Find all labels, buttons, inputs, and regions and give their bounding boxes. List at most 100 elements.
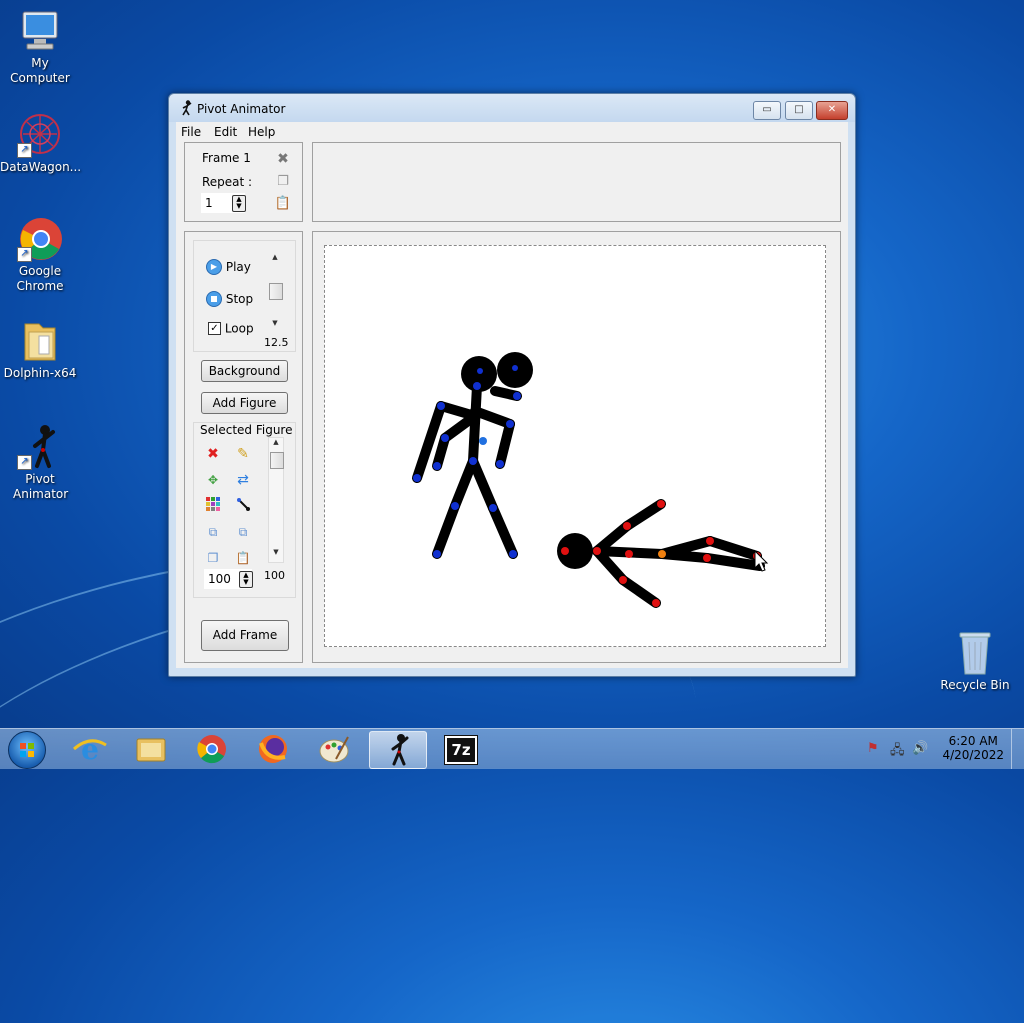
scale-value: 100 <box>208 572 231 586</box>
taskbar-pivot-button[interactable] <box>369 731 427 769</box>
paste-frame-icon[interactable]: 📋 <box>274 195 292 213</box>
chrome-icon: ↗ <box>17 216 63 262</box>
clock-time: 6:20 AM <box>948 734 998 748</box>
scale-spinner[interactable]: 100 ▲ ▼ <box>204 569 253 589</box>
figure-standing[interactable] <box>412 381 522 559</box>
menu-bar: File Edit Help <box>176 122 848 142</box>
play-label: Play <box>225 260 251 274</box>
pivot-app-icon <box>179 100 193 116</box>
shortcut-arrow-icon: ↗ <box>17 143 32 158</box>
desktop-icon-label: DataWagon... <box>0 160 82 174</box>
window-title: Pivot Animator <box>197 102 286 116</box>
clock[interactable]: 6:20 AM 4/20/2022 <box>942 734 1004 762</box>
taskbar-explorer-button[interactable] <box>123 731 179 767</box>
action-center-flag-icon[interactable]: ⚑ <box>867 741 879 756</box>
chrome-icon <box>197 735 226 764</box>
taskbar: e 7z ⚑ 🖧 🔊 6:20 AM 4/20/2022 <box>0 728 1024 769</box>
stage-panel <box>312 231 841 663</box>
frame-panel: Frame 1 Repeat : 1 ▲ ▼ ✖ ❐ 📋 <box>184 142 303 222</box>
copy-figure-icon[interactable]: ❐ <box>204 549 222 567</box>
repeat-spinner[interactable]: 1 ▲ ▼ <box>201 193 246 213</box>
stop-icon <box>206 291 222 307</box>
desktop-icon-label: My Computer <box>10 56 70 85</box>
selected-figure-box: Selected Figure ✖ ✎ ✥ ⇄ ⧉ ⧉ ❐ 📋 ▲ ▼ 100 … <box>193 422 296 598</box>
edit-figure-pencil-icon[interactable]: ✎ <box>234 445 252 463</box>
background-button[interactable]: Background <box>201 360 288 382</box>
maximize-button[interactable]: □ <box>785 101 813 120</box>
speed-slider-thumb[interactable] <box>269 283 283 300</box>
7zip-icon: 7z <box>444 735 478 765</box>
internet-explorer-icon: e <box>73 733 107 766</box>
stickman-figures <box>412 352 769 608</box>
taskbar-7zip-button[interactable]: 7z <box>432 731 488 767</box>
paste-figure-icon[interactable]: 📋 <box>234 549 252 567</box>
desktop-icon-datawagon[interactable]: ↗ DataWagon... <box>0 112 82 175</box>
spinner-arrows-icon[interactable]: ▲ ▼ <box>232 195 246 212</box>
flip-figure-icon[interactable]: ⇄ <box>234 471 252 489</box>
svg-text:e: e <box>81 733 99 766</box>
computer-icon <box>17 8 63 54</box>
taskbar-firefox-button[interactable] <box>245 731 301 767</box>
network-icon[interactable]: 🖧 <box>890 741 905 763</box>
repeat-label: Repeat : <box>202 175 253 189</box>
play-icon: ▶ <box>206 259 222 275</box>
speed-value: 12.5 <box>264 336 289 349</box>
delete-figure-icon[interactable]: ✖ <box>204 445 222 463</box>
desktop-icon-my-computer[interactable]: My Computer <box>0 8 80 86</box>
file-explorer-icon <box>136 738 166 762</box>
scroll-down-icon[interactable]: ▼ <box>268 319 282 327</box>
bring-front-icon[interactable]: ⧉ <box>234 523 252 541</box>
selected-figure-heading: Selected Figure <box>200 423 293 437</box>
stop-button[interactable]: Stop <box>206 291 253 307</box>
loop-label: Loop <box>224 321 254 336</box>
volume-icon[interactable]: 🔊 <box>912 741 928 756</box>
spinner-arrows-icon[interactable]: ▲ ▼ <box>239 571 253 588</box>
desktop-icon-google-chrome[interactable]: ↗ Google Chrome <box>0 216 80 294</box>
menu-file[interactable]: File <box>181 125 201 139</box>
figure-scroll-thumb[interactable] <box>270 452 284 469</box>
center-figure-icon[interactable]: ✥ <box>204 471 222 489</box>
start-orb[interactable] <box>8 731 46 769</box>
delete-frame-icon[interactable]: ✖ <box>274 150 292 168</box>
figure-scrollbar[interactable]: ▲ ▼ <box>268 437 284 563</box>
minimize-button[interactable]: ▭ <box>753 101 781 120</box>
desktop-icon-label: Google Chrome <box>16 264 64 293</box>
datawagon-icon: ↗ <box>17 112 63 158</box>
loop-checkbox[interactable]: ✓ Loop <box>208 321 254 336</box>
window-titlebar[interactable]: Pivot Animator ▭ □ ✕ <box>169 94 855 122</box>
add-frame-button[interactable]: Add Frame <box>201 620 289 651</box>
recycle-bin-icon <box>952 630 998 676</box>
scale-readout: 100 <box>264 569 285 582</box>
menu-edit[interactable]: Edit <box>214 125 237 139</box>
show-desktop-button[interactable] <box>1011 729 1024 769</box>
stop-label: Stop <box>225 292 254 306</box>
window-client-area: File Edit Help Frame 1 Repeat : 1 ▲ ▼ ✖ ❐… <box>176 122 848 668</box>
paint-icon <box>319 736 349 763</box>
segment-color-icon[interactable] <box>234 497 252 515</box>
checkbox-checked-icon: ✓ <box>208 322 221 335</box>
animation-canvas[interactable] <box>324 245 826 647</box>
figure-lying[interactable] <box>592 499 765 608</box>
add-figure-button[interactable]: Add Figure <box>201 392 288 414</box>
repeat-value: 1 <box>205 196 213 210</box>
speed-slider[interactable]: ▲ ▼ <box>268 253 283 331</box>
desktop-icon-label: Pivot Animator <box>13 472 69 501</box>
desktop-icon-pivot-animator[interactable]: ↗ Pivot Animator <box>0 424 80 502</box>
frame-label: Frame 1 <box>202 151 251 165</box>
color-palette-icon[interactable] <box>204 497 222 515</box>
copy-frame-icon[interactable]: ❐ <box>274 173 292 191</box>
desktop-icon-dolphin[interactable]: Dolphin-x64 <box>0 318 80 381</box>
close-button[interactable]: ✕ <box>816 101 848 120</box>
menu-help[interactable]: Help <box>248 125 275 139</box>
send-back-icon[interactable]: ⧉ <box>204 523 222 541</box>
taskbar-paint-button[interactable] <box>306 731 362 767</box>
scroll-down-icon[interactable]: ▼ <box>269 548 283 556</box>
pivot-stickman-icon: ↗ <box>17 424 63 470</box>
desktop-icon-recycle-bin[interactable]: Recycle Bin <box>935 630 1015 693</box>
play-button[interactable]: ▶ Play <box>206 259 251 275</box>
taskbar-chrome-button[interactable] <box>184 731 240 767</box>
scroll-up-icon[interactable]: ▲ <box>268 253 282 261</box>
windows-logo-icon <box>20 743 34 757</box>
scroll-up-icon[interactable]: ▲ <box>269 438 283 446</box>
taskbar-ie-button[interactable]: e <box>62 731 118 767</box>
